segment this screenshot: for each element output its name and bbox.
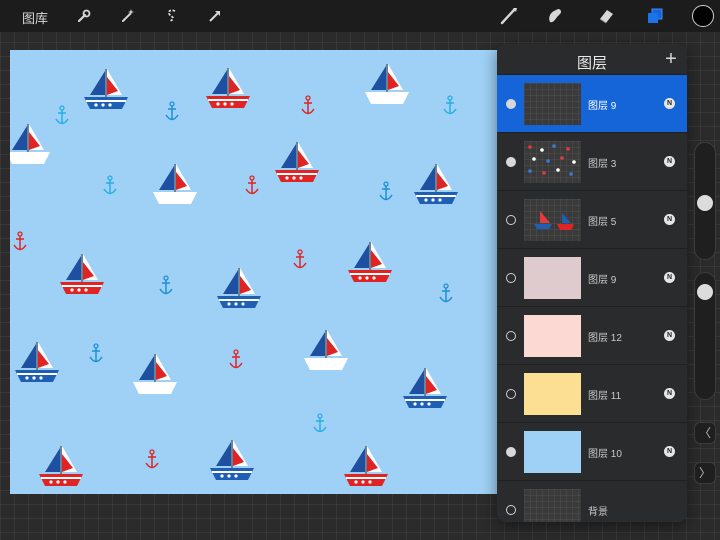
layer-visibility-checkbox[interactable] xyxy=(506,215,516,225)
sailboat xyxy=(275,142,319,182)
blend-mode-button[interactable]: N xyxy=(664,98,675,109)
anchor xyxy=(89,343,103,363)
layer-visibility-checkbox[interactable] xyxy=(506,331,516,341)
magic-wand-icon[interactable] xyxy=(116,4,140,28)
brush-icon[interactable] xyxy=(497,4,521,28)
opacity-slider[interactable] xyxy=(694,272,716,400)
layer-thumbnail[interactable] xyxy=(524,83,581,125)
redo-button[interactable]: 〉 xyxy=(694,462,716,484)
blend-mode-button[interactable]: N xyxy=(664,330,675,341)
anchor xyxy=(313,413,327,433)
layer-row[interactable]: 图层 10 N xyxy=(497,422,687,481)
sailboat xyxy=(403,368,447,408)
layer-thumbnail[interactable] xyxy=(524,489,581,522)
sailboat xyxy=(10,124,50,164)
layer-thumbnail[interactable] xyxy=(524,257,581,299)
layer-name: 背景 xyxy=(588,507,608,518)
layer-row[interactable]: 图层 9 N xyxy=(497,74,687,133)
anchor xyxy=(301,95,315,115)
layer-visibility-checkbox[interactable] xyxy=(506,447,516,457)
smudge-icon[interactable] xyxy=(543,4,567,28)
sailboat xyxy=(84,69,128,109)
sailboat xyxy=(39,446,83,486)
color-picker-button[interactable] xyxy=(692,5,714,27)
anchor xyxy=(13,231,27,251)
blend-mode-button[interactable]: N xyxy=(664,388,675,399)
blend-mode-button[interactable]: N xyxy=(664,214,675,225)
layer-row[interactable]: 图层 9 N xyxy=(497,248,687,307)
anchor xyxy=(245,175,259,195)
layer-visibility-checkbox[interactable] xyxy=(506,505,516,515)
gallery-button[interactable]: 图库 xyxy=(22,8,48,27)
sailboat xyxy=(15,342,59,382)
layer-visibility-checkbox[interactable] xyxy=(506,99,516,109)
sailboat xyxy=(344,446,388,486)
layer-row[interactable]: 图层 11 N xyxy=(497,364,687,423)
sailboat xyxy=(217,268,261,308)
anchor xyxy=(229,349,243,369)
selection-icon[interactable] xyxy=(160,4,184,28)
sailboat xyxy=(348,242,392,282)
layer-row[interactable]: 图层 3 N xyxy=(497,132,687,191)
layers-icon[interactable] xyxy=(643,4,667,28)
canvas-artwork xyxy=(10,64,458,486)
blend-mode-button[interactable]: N xyxy=(664,272,675,283)
layer-name: 图层 9 xyxy=(588,101,617,112)
anchor xyxy=(165,101,179,121)
layers-panel-title: 图层 xyxy=(576,55,607,72)
layer-name: 图层 12 xyxy=(588,333,622,344)
anchor xyxy=(103,175,117,195)
layer-name: 图层 10 xyxy=(588,449,622,460)
layer-name: 图层 5 xyxy=(588,217,617,228)
brush-size-knob[interactable] xyxy=(697,195,713,211)
sailboat xyxy=(60,254,104,294)
wrench-icon[interactable] xyxy=(72,4,96,28)
layers-panel: 图层 + 图层 9 N 图层 3 N 图层 5 N 图层 9 N 图层 12 N 图层 11 N 图层 … xyxy=(497,44,687,522)
anchor xyxy=(55,105,69,125)
layer-row[interactable]: 图层 5 N xyxy=(497,190,687,249)
blend-mode-button[interactable]: N xyxy=(664,156,675,167)
layer-thumbnail[interactable] xyxy=(524,373,581,415)
layer-visibility-checkbox[interactable] xyxy=(506,273,516,283)
top-toolbar: 图库 xyxy=(0,0,720,32)
transform-arrow-icon[interactable] xyxy=(203,4,227,28)
layer-name: 图层 11 xyxy=(588,391,622,402)
layer-thumbnail[interactable] xyxy=(524,315,581,357)
undo-button[interactable]: 〈 xyxy=(694,422,716,444)
layer-name: 图层 3 xyxy=(588,159,617,170)
sailboat xyxy=(133,354,177,394)
sailboat xyxy=(153,164,197,204)
blend-mode-button[interactable]: N xyxy=(664,446,675,457)
layer-visibility-checkbox[interactable] xyxy=(506,389,516,399)
opacity-knob[interactable] xyxy=(697,284,713,300)
brush-size-slider[interactable] xyxy=(694,142,716,260)
layer-thumbnail[interactable] xyxy=(524,141,581,183)
anchor xyxy=(159,275,173,295)
sailboat xyxy=(206,68,250,108)
anchor xyxy=(443,95,457,115)
layer-row[interactable]: 背景 xyxy=(497,480,687,522)
layer-thumbnail[interactable] xyxy=(524,431,581,473)
sailboat xyxy=(210,440,254,480)
sailboat xyxy=(304,330,348,370)
add-layer-button[interactable]: + xyxy=(661,49,681,69)
layer-name: 图层 9 xyxy=(588,275,617,286)
drawing-canvas[interactable] xyxy=(10,50,498,494)
anchor xyxy=(145,449,159,469)
anchor xyxy=(439,283,453,303)
sailboat xyxy=(365,64,409,104)
anchor xyxy=(293,249,307,269)
layer-row[interactable]: 图层 12 N xyxy=(497,306,687,365)
anchor xyxy=(379,181,393,201)
eraser-icon[interactable] xyxy=(594,4,618,28)
layer-thumbnail[interactable] xyxy=(524,199,581,241)
layer-visibility-checkbox[interactable] xyxy=(506,157,516,167)
sailboat xyxy=(414,164,458,204)
